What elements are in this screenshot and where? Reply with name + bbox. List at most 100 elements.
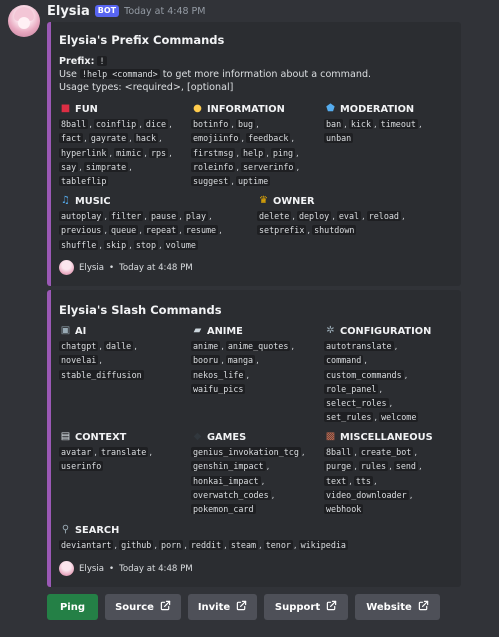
command-line: command, xyxy=(324,353,431,367)
command-code: timeout xyxy=(378,119,418,129)
command-line: chatgpt, dalle, xyxy=(59,339,145,353)
comma: , xyxy=(409,489,413,500)
comma: , xyxy=(169,147,172,158)
field-name: ✲ CONFIGURATION xyxy=(324,324,431,338)
command-code: manga xyxy=(225,355,256,366)
command-code: text xyxy=(324,475,349,486)
command-line: select_roles, xyxy=(324,396,431,410)
comma: , xyxy=(149,447,152,457)
command-code: anime xyxy=(191,341,221,351)
comma: , xyxy=(169,119,172,129)
action-buttons: Ping Source Invite Support Website xyxy=(47,594,440,620)
command-code: send xyxy=(393,461,418,472)
comma: , xyxy=(344,119,347,129)
field-owner: ♛ OWNER delete, deploy, eval, reload, setprefi… xyxy=(257,194,407,238)
gear-icon: ✲ xyxy=(326,325,335,336)
command-code: porn xyxy=(159,540,184,550)
command-code: waifu_pics xyxy=(191,383,246,394)
command-line: autoplay, filter, pause, play, xyxy=(59,209,224,223)
external-link-icon xyxy=(418,600,429,614)
comma: , xyxy=(89,119,92,129)
field-value: genius_invokation_tcg, genshin_impact, hon… xyxy=(191,445,307,516)
command-line: overwatch_codes, xyxy=(191,488,307,502)
comma: , xyxy=(349,475,352,486)
command-code: ban xyxy=(324,119,344,129)
command-code: translate xyxy=(98,447,149,457)
field-ai: ▣ AI chatgpt, dalle, novelai, stable_diffusio… xyxy=(59,324,145,382)
usage-types: Usage types: <required>, [optional] xyxy=(59,82,234,93)
command-code: booru xyxy=(191,355,221,366)
button-label: Website xyxy=(366,601,412,613)
command-code: dalle xyxy=(103,341,134,351)
crown-icon: ♛ xyxy=(259,195,268,206)
command-code: filter xyxy=(109,211,144,221)
command-code: userinfo xyxy=(59,461,104,472)
comma: , xyxy=(389,461,392,472)
comma: , xyxy=(144,147,147,158)
embed-title: Elysia's Slash Commands xyxy=(59,303,222,317)
comma: , xyxy=(291,341,295,351)
command-code: coinflip xyxy=(93,119,139,129)
command-code: genius_invokation_tcg xyxy=(191,447,301,457)
footer-name: Elysia xyxy=(79,262,105,273)
comma: , xyxy=(354,447,357,457)
source-button[interactable]: Source xyxy=(105,594,181,620)
embed-footer: Elysia • Today at 4:48 PM xyxy=(59,561,193,576)
comma: , xyxy=(373,475,377,486)
command-code: webhook xyxy=(324,504,364,515)
field-value: 8ball, coinflip, dice, fact, gayrate, hack, hy… xyxy=(59,117,174,188)
field-label: ANIME xyxy=(207,325,243,337)
invite-button[interactable]: Invite xyxy=(188,594,257,620)
slash-commands-embed: Elysia's Slash Commands ▣ AI chatgpt, dalle… xyxy=(47,290,461,587)
command-code: roleinfo xyxy=(191,161,236,172)
ping-button[interactable]: Ping xyxy=(47,594,98,620)
comma: , xyxy=(256,119,259,129)
button-label: Support xyxy=(274,601,321,613)
command-line: text, tts, xyxy=(324,474,433,488)
comma: , xyxy=(179,225,182,236)
field-value: ban, kick, timeout, unban xyxy=(324,117,424,146)
comma: , xyxy=(374,412,378,423)
field-value: botinfo, bug, emojiinfo, feedback, firstmsg,… xyxy=(191,117,301,188)
comma: , xyxy=(134,341,137,351)
comma: , xyxy=(84,133,87,144)
field-name: ▩ MISCELLANEOUS xyxy=(324,430,433,444)
comma: , xyxy=(179,211,182,221)
bot-avatar[interactable] xyxy=(8,5,40,37)
website-button[interactable]: Website xyxy=(355,594,440,620)
field-miscellaneous: ▩ MISCELLANEOUS 8ball, create_bot, purge, rul… xyxy=(324,430,433,516)
command-code: chatgpt xyxy=(59,341,99,351)
command-code: gayrate xyxy=(88,133,129,144)
command-code: delete xyxy=(257,211,292,221)
command-code: overwatch_codes xyxy=(191,489,271,500)
command-code: rps xyxy=(148,147,169,158)
shield-icon: ⬟ xyxy=(326,103,335,114)
field-label: MISCELLANEOUS xyxy=(340,431,433,443)
field-value: avatar, translate, userinfo xyxy=(59,445,154,474)
username[interactable]: Elysia xyxy=(47,4,90,19)
bot-tag: BOT xyxy=(94,5,120,17)
command-line: 8ball, create_bot, xyxy=(324,445,433,459)
die-icon: ■ xyxy=(60,103,71,114)
comma: , xyxy=(293,540,297,550)
command-code: tableflip xyxy=(59,176,109,187)
command-code: firstmsg xyxy=(191,147,236,158)
command-code: unban xyxy=(324,133,354,144)
command-line: custom_commands, xyxy=(324,368,431,382)
comma: , xyxy=(158,239,162,250)
command-line: pokemon_card xyxy=(191,502,307,516)
command-code: genshin_impact xyxy=(191,461,266,472)
command-code: video_downloader xyxy=(324,489,409,500)
command-line: deviantart, github, porn, reddit, steam, teno… xyxy=(59,538,349,552)
comma: , xyxy=(418,119,422,129)
command-code: bug xyxy=(235,119,256,129)
comma: , xyxy=(362,211,365,221)
command-line: purge, rules, send, xyxy=(324,459,433,473)
comma: , xyxy=(221,355,224,366)
comma: , xyxy=(99,355,102,366)
field-label: INFORMATION xyxy=(207,103,285,115)
support-button[interactable]: Support xyxy=(264,594,348,620)
command-line: unban xyxy=(324,131,424,145)
usage-post: to get more information about a command. xyxy=(162,69,372,80)
command-line: nekos_life, xyxy=(191,368,296,382)
